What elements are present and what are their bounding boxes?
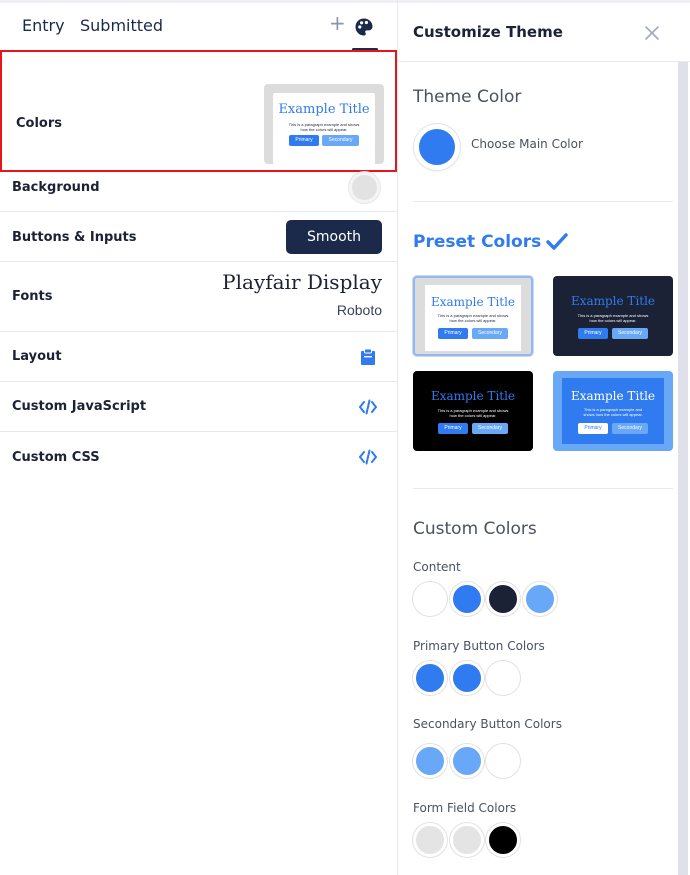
preset-blue[interactable]: Example Title This is a paragraph exampl… bbox=[553, 371, 673, 451]
custom-css-label: Custom CSS bbox=[12, 450, 100, 465]
preview-primary-button: Primary bbox=[289, 135, 319, 146]
clipboard-icon bbox=[359, 348, 377, 366]
divider bbox=[413, 488, 673, 489]
tab-entry[interactable]: Entry bbox=[22, 16, 65, 35]
font-secondary-name: Roboto bbox=[336, 302, 382, 318]
preset-title: Example Title bbox=[570, 389, 656, 403]
preset-navy[interactable]: Example Title This is a paragraph exampl… bbox=[553, 276, 673, 356]
primary-button-colors-label: Primary Button Colors bbox=[413, 639, 545, 653]
code-icon bbox=[359, 399, 377, 417]
top-tab-bar: Entry Submitted + bbox=[0, 0, 397, 51]
form-swatch-text[interactable] bbox=[486, 823, 520, 857]
colors-preview-card: Example Title This is a paragraph exampl… bbox=[273, 93, 375, 164]
divider bbox=[413, 201, 673, 202]
preset-primary-button: Primary bbox=[438, 423, 468, 434]
plus-icon[interactable]: + bbox=[329, 13, 346, 33]
choose-main-color-label[interactable]: Choose Main Color bbox=[471, 137, 583, 151]
setting-row-layout[interactable]: Layout bbox=[0, 332, 397, 382]
main-color-swatch[interactable] bbox=[414, 124, 460, 170]
form-swatch-background[interactable] bbox=[413, 823, 447, 857]
background-label: Background bbox=[12, 180, 100, 195]
panel-title: Customize Theme bbox=[413, 23, 563, 41]
content-swatch-title[interactable] bbox=[450, 582, 484, 616]
content-swatch-background[interactable] bbox=[413, 582, 447, 616]
content-swatch-text[interactable] bbox=[486, 582, 520, 616]
layout-label: Layout bbox=[12, 349, 62, 364]
preset-card: Example Title This is a paragraph exampl… bbox=[425, 285, 521, 351]
form-field-colors-label: Form Field Colors bbox=[413, 801, 517, 815]
preset-secondary-button: Secondary bbox=[612, 423, 648, 434]
preset-text: This is a paragraph example and shows ho… bbox=[577, 313, 649, 323]
settings-panel: Entry Submitted + Colors Example Title T… bbox=[0, 0, 397, 875]
custom-javascript-label: Custom JavaScript bbox=[12, 399, 147, 414]
preset-secondary-button: Secondary bbox=[612, 328, 648, 339]
secondary-swatch-background[interactable] bbox=[413, 744, 447, 778]
preset-title: Example Title bbox=[430, 295, 516, 309]
customize-theme-panel: Customize Theme Theme Color Choose Main … bbox=[397, 0, 690, 875]
preset-primary-button: Primary bbox=[578, 423, 608, 434]
content-colors-label: Content bbox=[413, 560, 461, 574]
check-icon bbox=[546, 233, 568, 251]
setting-row-custom-javascript[interactable]: Custom JavaScript bbox=[0, 382, 397, 432]
form-swatch-border[interactable] bbox=[450, 823, 484, 857]
secondary-swatch-border[interactable] bbox=[450, 744, 484, 778]
setting-row-custom-css[interactable]: Custom CSS bbox=[0, 432, 397, 482]
font-primary-name: Playfair Display bbox=[222, 270, 382, 294]
preset-light[interactable]: Example Title This is a paragraph exampl… bbox=[413, 276, 533, 356]
preset-text: This is a paragraph example and shows ho… bbox=[437, 313, 509, 323]
colors-preview-thumbnail[interactable]: Example Title This is a paragraph exampl… bbox=[264, 84, 384, 164]
preset-text: This is a paragraph example and shows ho… bbox=[437, 408, 509, 418]
preset-colors-title: Preset Colors bbox=[413, 232, 542, 252]
setting-row-buttons-inputs[interactable]: Buttons & Inputs Smooth bbox=[0, 212, 397, 262]
secondary-button-colors-label: Secondary Button Colors bbox=[413, 717, 562, 731]
secondary-swatch-text[interactable] bbox=[486, 744, 520, 778]
colors-label: Colors bbox=[16, 116, 63, 131]
panel-header: Customize Theme bbox=[398, 0, 690, 62]
preset-primary-button: Primary bbox=[578, 328, 608, 339]
buttons-inputs-label: Buttons & Inputs bbox=[12, 230, 137, 245]
preview-text: This is a paragraph example and shows ho… bbox=[288, 122, 360, 132]
fonts-label: Fonts bbox=[12, 289, 53, 304]
preset-secondary-button: Secondary bbox=[472, 328, 508, 339]
close-icon[interactable] bbox=[644, 25, 660, 41]
theme-color-title: Theme Color bbox=[413, 87, 522, 107]
preview-secondary-button: Secondary bbox=[322, 135, 359, 146]
code-icon bbox=[359, 449, 377, 467]
preset-black[interactable]: Example Title This is a paragraph exampl… bbox=[413, 371, 533, 451]
preset-primary-button: Primary bbox=[438, 328, 468, 339]
tab-submitted[interactable]: Submitted bbox=[80, 16, 163, 35]
setting-row-colors[interactable]: Colors Example Title This is a paragraph… bbox=[0, 50, 397, 172]
scrollbar[interactable] bbox=[678, 62, 688, 875]
preset-title: Example Title bbox=[430, 389, 516, 403]
primary-swatch-border[interactable] bbox=[450, 661, 484, 695]
preset-text: This is a paragraph example and shows ho… bbox=[583, 407, 643, 417]
custom-colors-title: Custom Colors bbox=[413, 519, 537, 539]
primary-swatch-text[interactable] bbox=[486, 661, 520, 695]
setting-row-background[interactable]: Background bbox=[0, 172, 397, 212]
setting-row-fonts[interactable]: Fonts Playfair Display Roboto bbox=[0, 262, 397, 332]
content-swatch-accent[interactable] bbox=[523, 582, 557, 616]
palette-icon[interactable] bbox=[354, 17, 374, 37]
preview-title: Example Title bbox=[278, 102, 370, 117]
button-style-smooth[interactable]: Smooth bbox=[286, 220, 382, 254]
preset-secondary-button: Secondary bbox=[472, 423, 508, 434]
background-color-swatch[interactable] bbox=[349, 172, 380, 203]
preset-card: Example Title This is a paragraph exampl… bbox=[562, 378, 664, 444]
primary-swatch-background[interactable] bbox=[413, 661, 447, 695]
preset-title: Example Title bbox=[570, 294, 656, 308]
